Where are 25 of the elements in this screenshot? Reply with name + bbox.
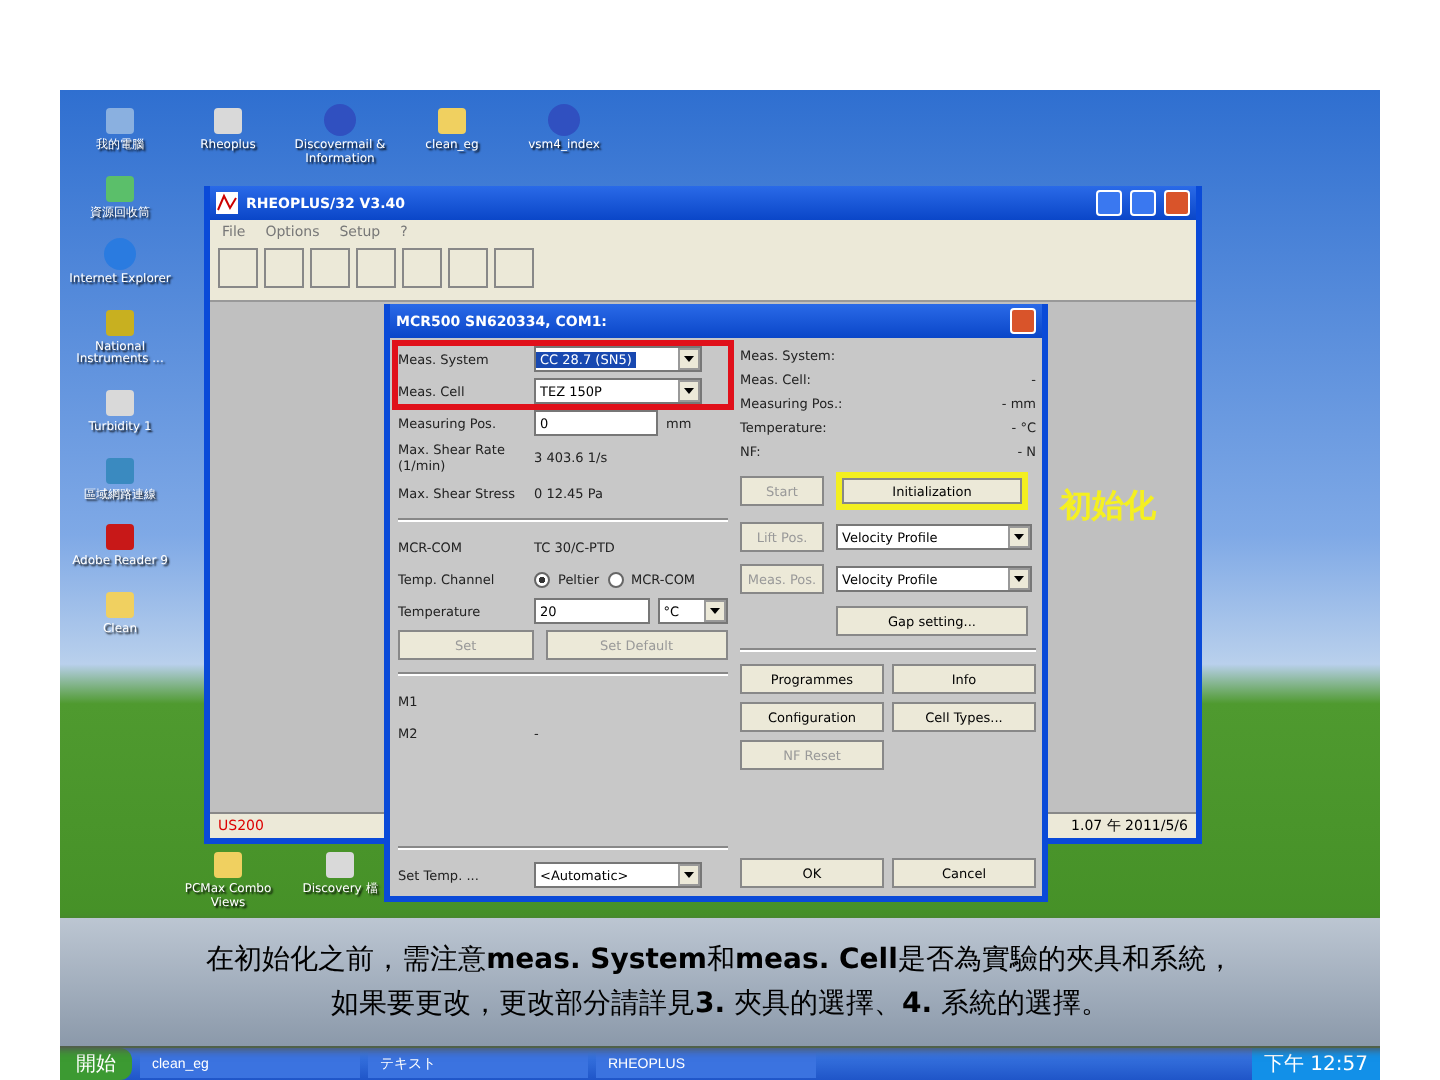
toolbar-button[interactable] — [218, 248, 258, 288]
radio-button[interactable] — [607, 571, 624, 587]
minimize-button[interactable] — [1096, 190, 1122, 216]
caption-text: 在初始化之前，需注意meas. System和meas. Cell是否為實驗的夾具和系統， — [206, 942, 1234, 978]
caption-text: 如果要更改，更改部分請詳見3. 夾具的選擇、4. 系統的選擇。 — [330, 986, 1110, 1022]
start-button[interactable]: 開始 — [60, 1048, 132, 1080]
toolbar-button[interactable] — [310, 248, 350, 288]
dropdown-caret-icon[interactable] — [678, 348, 700, 370]
clock-text: 下午 12:57 — [1252, 1048, 1380, 1080]
dropdown-caret-icon[interactable] — [1008, 568, 1030, 590]
toolbar-button[interactable] — [356, 248, 396, 288]
dropdown-caret-icon[interactable] — [678, 864, 700, 886]
close-button[interactable] — [1010, 308, 1036, 334]
annotation-text: 初始化 — [1060, 486, 1156, 528]
dropdown-caret-icon[interactable] — [1008, 526, 1030, 548]
close-button[interactable] — [1164, 190, 1190, 216]
maximize-button[interactable] — [1130, 190, 1156, 216]
toolbar-button[interactable] — [448, 248, 488, 288]
app-logo-icon — [216, 192, 238, 214]
toolbar-button[interactable] — [264, 248, 304, 288]
radio-button[interactable] — [534, 571, 550, 587]
toolbar-button[interactable] — [402, 248, 442, 288]
toolbar-button[interactable] — [494, 248, 534, 288]
dropdown-caret-icon[interactable] — [678, 380, 700, 402]
dropdown-caret-icon[interactable] — [704, 600, 726, 622]
